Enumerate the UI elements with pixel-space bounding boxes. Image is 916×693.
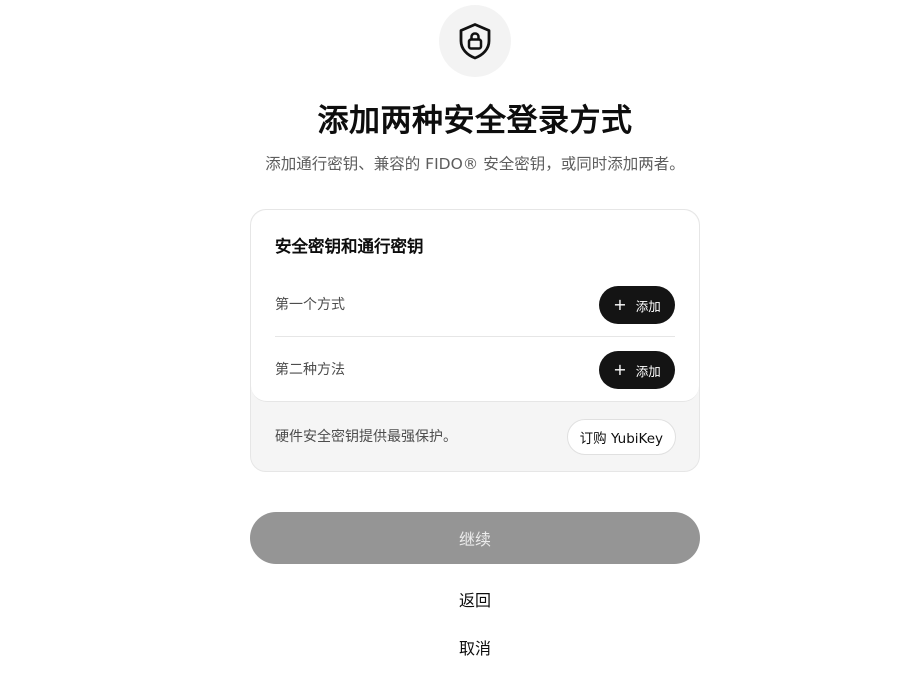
plus-icon: + [613, 295, 627, 314]
security-methods-card: 安全密钥和通行密钥 第一个方式 + 添加 第二种方法 + 添加 硬件安全密钥提供… [250, 209, 700, 472]
continue-button[interactable]: 继续 [250, 512, 700, 564]
card-heading: 安全密钥和通行密钥 [275, 237, 424, 256]
plus-icon: + [613, 360, 627, 379]
method-row-first: 第一个方式 + 添加 [275, 285, 675, 325]
add-button-label: 添加 [635, 298, 661, 314]
add-button-label: 添加 [635, 363, 661, 379]
page-subtitle: 添加通行密钥、兼容的 FIDO® 安全密钥，或同时添加两者。 [265, 155, 685, 173]
add-second-method-button[interactable]: + 添加 [599, 351, 675, 389]
order-yubikey-button[interactable]: 订购 YubiKey [566, 419, 676, 455]
two-factor-setup-page: 添加两种安全登录方式 添加通行密钥、兼容的 FIDO® 安全密钥，或同时添加两者… [0, 0, 916, 693]
method-label-second: 第二种方法 [275, 362, 345, 378]
shield-icon-container [439, 5, 511, 77]
card-methods-section: 安全密钥和通行密钥 第一个方式 + 添加 第二种方法 + 添加 [251, 210, 699, 402]
shield-lock-icon [459, 23, 491, 60]
back-button[interactable]: 返回 [250, 584, 700, 614]
method-divider [275, 336, 675, 337]
page-title: 添加两种安全登录方式 [317, 103, 633, 139]
method-label-first: 第一个方式 [275, 297, 345, 313]
add-first-method-button[interactable]: + 添加 [599, 286, 675, 324]
cancel-button[interactable]: 取消 [250, 632, 700, 662]
method-row-second: 第二种方法 + 添加 [275, 350, 675, 390]
hardware-key-note: 硬件安全密钥提供最强保护。 [275, 429, 457, 445]
